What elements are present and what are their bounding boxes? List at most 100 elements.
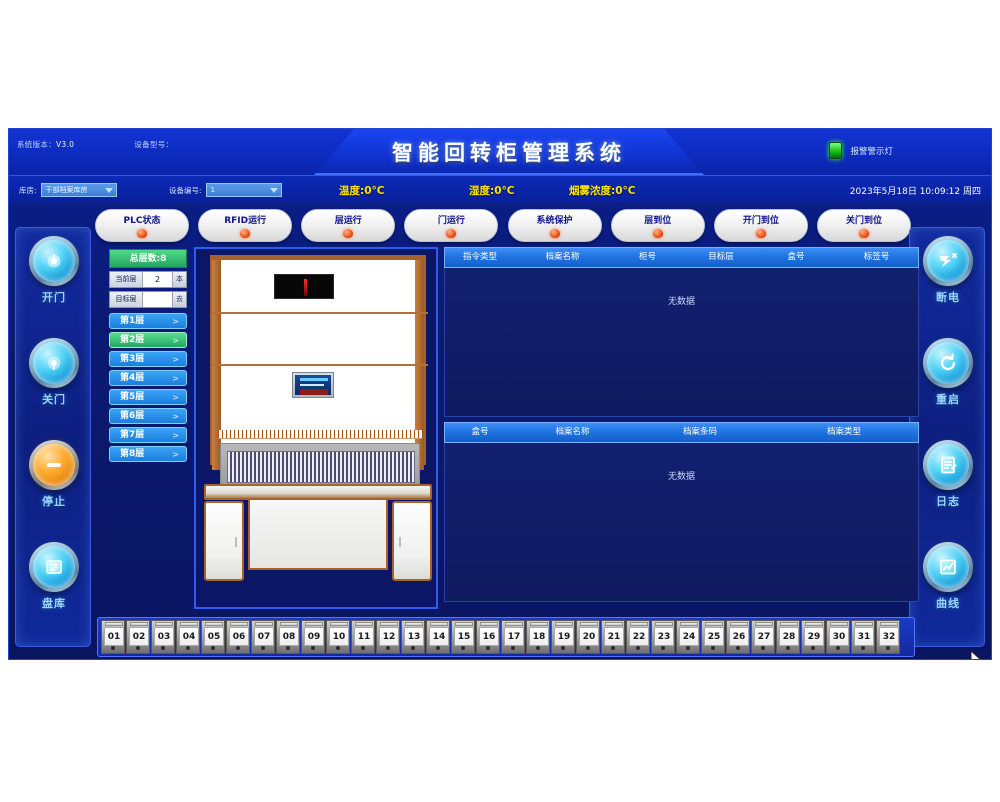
storage-slot-02[interactable]: 02 xyxy=(126,620,150,654)
layer-item-5[interactable]: 第5层 > xyxy=(109,389,187,405)
storage-slot-18[interactable]: 18 xyxy=(526,620,550,654)
storage-slot-04[interactable]: 04 xyxy=(176,620,200,654)
storage-slot-15[interactable]: 15 xyxy=(451,620,475,654)
right-rail-button-label: 重启 xyxy=(936,393,960,406)
slot-lip xyxy=(505,622,523,626)
storage-slot-14[interactable]: 14 xyxy=(426,620,450,654)
status-pill-5[interactable]: 系统保护 xyxy=(507,209,602,242)
storage-slot-05[interactable]: 05 xyxy=(201,620,225,654)
command-table-empty: 无数据 xyxy=(667,297,695,307)
storage-slot-30[interactable]: 30 xyxy=(826,620,850,654)
cabinet-left-door[interactable] xyxy=(204,501,244,581)
storage-slot-11[interactable]: 11 xyxy=(351,620,375,654)
archive-table-col-4[interactable]: 档案类型 xyxy=(770,423,918,442)
status-pill-6[interactable]: 层到位 xyxy=(610,209,705,242)
left-rail-button-inventory[interactable]: 盘库 xyxy=(16,542,92,638)
layer-item-2[interactable]: 第2层 > xyxy=(109,332,187,348)
storage-slot-17[interactable]: 17 xyxy=(501,620,525,654)
warehouse-select[interactable]: 干部档案库房 xyxy=(40,183,117,197)
status-pill-2[interactable]: RFID运行 xyxy=(198,209,293,242)
archive-table-col-2[interactable]: 档案名称 xyxy=(515,423,630,442)
storage-slot-25[interactable]: 25 xyxy=(701,620,725,654)
hmi-touch-panel[interactable] xyxy=(292,372,334,398)
humidity-readout: 湿度:0°C xyxy=(469,185,515,197)
target-layer-stepper[interactable]: 目标层 去 xyxy=(109,291,187,308)
storage-slot-31[interactable]: 31 xyxy=(851,620,875,654)
storage-slot-23[interactable]: 23 xyxy=(651,620,675,654)
storage-slot-29[interactable]: 29 xyxy=(801,620,825,654)
command-table-col-3[interactable]: 柜号 xyxy=(610,248,685,267)
current-layer-go-button[interactable]: 本 xyxy=(172,272,186,287)
status-pill-1[interactable]: PLC状态 xyxy=(95,209,189,242)
storage-slot-01[interactable]: 01 xyxy=(101,620,125,654)
slot-handle-icon xyxy=(536,646,540,650)
storage-slot-20[interactable]: 20 xyxy=(576,620,600,654)
knob-bezel xyxy=(29,338,79,388)
device-no-select[interactable]: 1 xyxy=(205,183,282,197)
storage-slot-16[interactable]: 16 xyxy=(476,620,500,654)
command-table-col-4[interactable]: 目标层 xyxy=(685,248,757,267)
status-pill-7[interactable]: 开门到位 xyxy=(713,209,808,242)
layer-item-8[interactable]: 第8层 > xyxy=(109,446,187,462)
status-pill-8[interactable]: 关门到位 xyxy=(816,209,911,242)
cabinet-graphic xyxy=(204,255,432,605)
inventory-icon xyxy=(33,546,75,588)
right-rail-button-power-off[interactable]: 断电 xyxy=(910,236,986,332)
target-layer-go-button[interactable]: 去 xyxy=(172,292,186,307)
storage-slot-27[interactable]: 27 xyxy=(751,620,775,654)
cabinet-right-door[interactable] xyxy=(392,501,432,581)
storage-slot-28[interactable]: 28 xyxy=(776,620,800,654)
layer-panel: 总层数:8 当前层 2 本 目标层 去 第1层 > 第2层 > 第3层 > 第4层 > 第5层 >… xyxy=(109,249,187,491)
status-pill-4[interactable]: 门运行 xyxy=(404,209,499,242)
storage-slot-06[interactable]: 06 xyxy=(226,620,250,654)
slot-handle-icon xyxy=(886,646,890,650)
status-pill-3[interactable]: 层运行 xyxy=(301,209,396,242)
right-rail-button-restart[interactable]: 重启 xyxy=(910,338,986,434)
archive-table-col-3[interactable]: 档案条码 xyxy=(630,423,770,442)
storage-slot-10[interactable]: 10 xyxy=(326,620,350,654)
command-table-col-2[interactable]: 档案名称 xyxy=(515,248,610,267)
cabinet-visualization[interactable] xyxy=(194,247,438,609)
alarm-light-indicator[interactable]: 报警警示灯 xyxy=(829,142,893,159)
storage-slot-07[interactable]: 07 xyxy=(251,620,275,654)
current-layer-stepper[interactable]: 当前层 2 本 xyxy=(109,271,187,288)
storage-slot-32[interactable]: 32 xyxy=(876,620,900,654)
command-table-col-5[interactable]: 盒号 xyxy=(757,248,835,267)
left-rail-button-open-door[interactable]: 开门 xyxy=(16,236,92,332)
storage-slot-21[interactable]: 21 xyxy=(601,620,625,654)
storage-slot-22[interactable]: 22 xyxy=(626,620,650,654)
layer-item-7[interactable]: 第7层 > xyxy=(109,427,187,443)
slot-handle-icon xyxy=(786,646,790,650)
slot-lip xyxy=(230,622,248,626)
layer-item-1[interactable]: 第1层 > xyxy=(109,313,187,329)
command-table-col-1[interactable]: 指令类型 xyxy=(445,248,515,267)
target-layer-input[interactable] xyxy=(143,292,172,307)
left-rail-button-stop[interactable]: 停止 xyxy=(16,440,92,536)
mouse-cursor-icon xyxy=(971,651,985,659)
layer-item-4[interactable]: 第4层 > xyxy=(109,370,187,386)
archive-table-col-1[interactable]: 盒号 xyxy=(445,423,515,442)
slot-number-label: 28 xyxy=(779,627,799,646)
storage-slot-13[interactable]: 13 xyxy=(401,620,425,654)
slot-lip xyxy=(655,622,673,626)
storage-slot-26[interactable]: 26 xyxy=(726,620,750,654)
layer-item-3[interactable]: 第3层 > xyxy=(109,351,187,367)
current-layer-label: 当前层 xyxy=(110,272,143,287)
layer-item-6[interactable]: 第6层 > xyxy=(109,408,187,424)
command-table-col-6[interactable]: 标签号 xyxy=(835,248,918,267)
right-rail-button-log[interactable]: 日志 xyxy=(910,440,986,536)
storage-slot-24[interactable]: 24 xyxy=(676,620,700,654)
command-table-header: 指令类型 档案名称 柜号 目标层 盒号 标签号 xyxy=(444,247,919,268)
storage-slot-08[interactable]: 08 xyxy=(276,620,300,654)
storage-slot-03[interactable]: 03 xyxy=(151,620,175,654)
left-rail-button-close-door[interactable]: 关门 xyxy=(16,338,92,434)
storage-slot-09[interactable]: 09 xyxy=(301,620,325,654)
cabinet-shelf-line xyxy=(212,312,428,314)
layer-item-label: 第4层 xyxy=(120,373,145,383)
storage-slot-19[interactable]: 19 xyxy=(551,620,575,654)
storage-slot-12[interactable]: 12 xyxy=(376,620,400,654)
slot-lip xyxy=(105,622,123,626)
right-rail-button-curve-chart[interactable]: 曲线 xyxy=(910,542,986,638)
current-layer-value: 2 xyxy=(143,272,172,287)
file-bay xyxy=(220,443,420,489)
